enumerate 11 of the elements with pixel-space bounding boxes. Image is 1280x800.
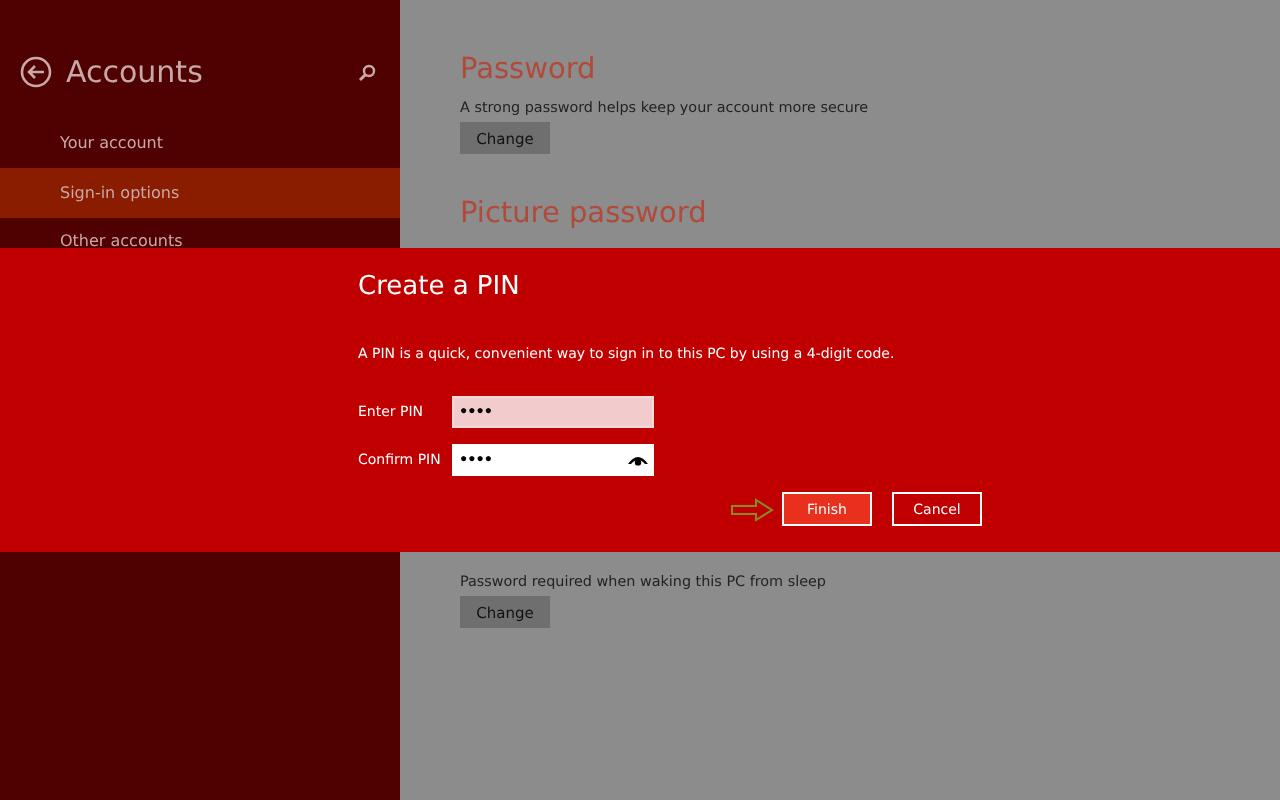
section-heading: Picture password — [460, 198, 709, 230]
sidebar-item[interactable]: Sign-in options — [0, 168, 400, 218]
back-icon[interactable] — [20, 56, 52, 88]
arrow-icon — [730, 497, 774, 521]
section-heading: Password — [460, 54, 598, 86]
sidebar-title: Accounts — [66, 54, 205, 90]
sidebar-item[interactable]: Your account — [0, 118, 400, 168]
eye-icon[interactable] — [628, 454, 648, 466]
sidebar-item[interactable]: Other accounts — [0, 218, 400, 256]
search-icon[interactable] — [358, 63, 376, 81]
dialog-title: Create a PIN — [358, 272, 522, 302]
